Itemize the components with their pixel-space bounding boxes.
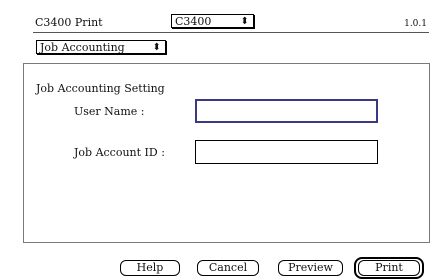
header-divider [33,32,429,33]
updown-arrows-icon: ⬍ [152,42,161,53]
print-dialog: C3400 Print C3400 ⬍ 1.0.1 Job Accounting… [0,0,436,280]
job-account-id-field[interactable] [195,140,378,164]
printer-select-value: C3400 [175,15,212,28]
user-name-field[interactable] [195,99,378,123]
print-button[interactable]: Print [358,260,420,276]
version-label: 1.0.1 [404,19,427,29]
user-name-label: User Name : [74,105,145,118]
updown-arrows-icon: ⬍ [240,16,249,27]
section-title: Job Accounting Setting [36,82,165,95]
help-button[interactable]: Help [120,260,180,276]
preview-button[interactable]: Preview [278,260,343,276]
panel-select-value: Job Accounting [40,41,125,54]
job-account-id-label: Job Account ID : [74,146,165,159]
printer-select[interactable]: C3400 ⬍ [171,14,254,28]
panel-select[interactable]: Job Accounting ⬍ [36,40,166,54]
cancel-button[interactable]: Cancel [197,260,259,276]
dialog-title: C3400 Print [35,16,103,29]
